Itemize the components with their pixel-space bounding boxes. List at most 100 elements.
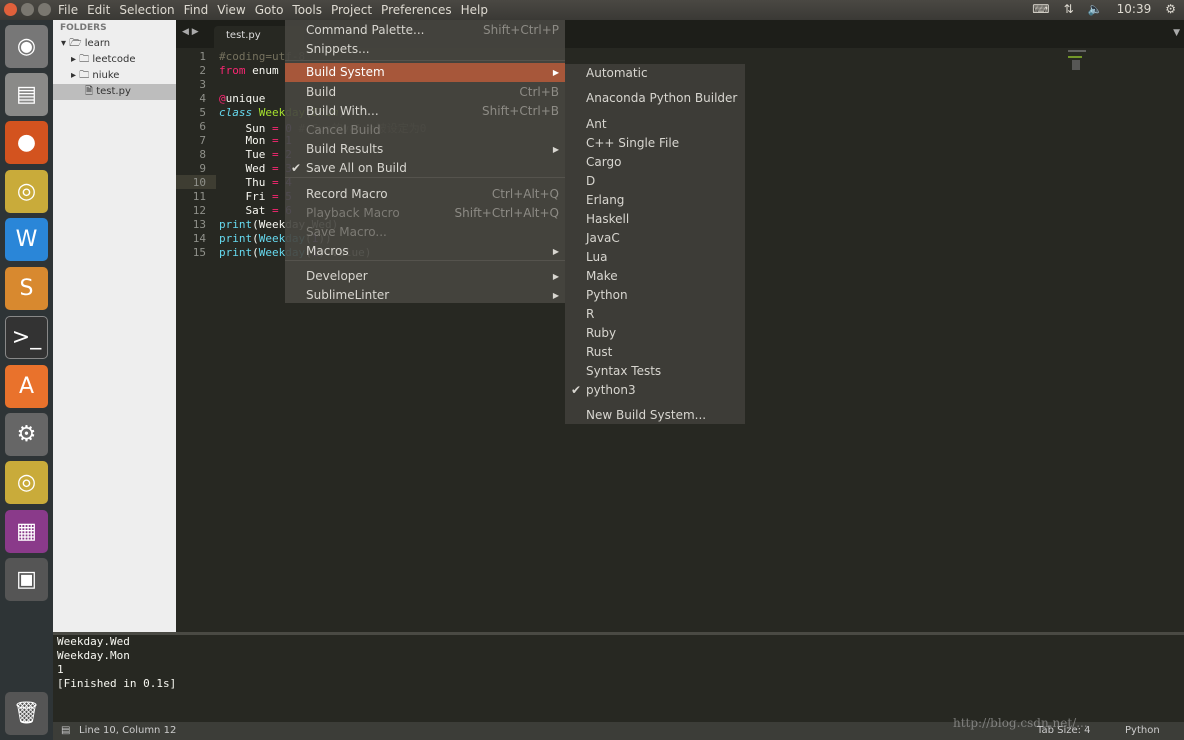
network-icon[interactable]: ⇅ xyxy=(1064,2,1074,16)
syntax-selector[interactable]: Python xyxy=(1125,722,1160,740)
submenu-arrow-icon: ▶ xyxy=(552,145,559,154)
menu-find[interactable]: Find xyxy=(184,3,209,17)
folder-niuke[interactable]: ▸ 🗀 niuke xyxy=(71,68,119,84)
submenu-arrow-icon: ▶ xyxy=(552,291,559,300)
code-line[interactable]: Sat = 6 xyxy=(219,204,291,217)
minimize-icon[interactable] xyxy=(21,3,34,16)
close-icon[interactable] xyxy=(4,3,17,16)
menu-selection[interactable]: Selection xyxy=(119,3,174,17)
firefox-icon[interactable]: ● xyxy=(5,121,48,164)
menu-item-build-results[interactable]: Build Results ▶ xyxy=(285,140,565,159)
output-line: Weekday.Mon xyxy=(57,649,130,662)
build-system-haskell[interactable]: Haskell xyxy=(565,210,745,229)
line-number: 5 xyxy=(199,106,206,119)
file-test-py[interactable]: 🗎 test.py xyxy=(53,84,176,100)
chrome-icon[interactable]: ◎ xyxy=(5,170,48,213)
menu-item-developer[interactable]: Developer ▶ xyxy=(285,267,565,286)
terminal-icon[interactable]: >_ xyxy=(5,316,48,359)
maximize-icon[interactable] xyxy=(38,3,51,16)
line-number: 3 xyxy=(199,78,206,91)
menu-item-snippets[interactable]: Snippets... xyxy=(285,40,565,59)
code-line[interactable]: Tue = 2 xyxy=(219,148,291,161)
tab-nav-arrows-icon[interactable]: ◀ ▶ xyxy=(182,27,199,37)
gear-icon[interactable]: ⚙ xyxy=(1165,2,1176,16)
build-system-python3[interactable]: ✔ python3 xyxy=(565,381,745,400)
keyboard-icon[interactable]: ⌨ xyxy=(1032,2,1049,16)
trash-icon[interactable]: 🗑 xyxy=(5,692,48,735)
clock[interactable]: 10:39 xyxy=(1117,2,1152,16)
menu-item-build-system[interactable]: Build System ▶ xyxy=(285,63,565,82)
menu-edit[interactable]: Edit xyxy=(87,3,110,17)
folders-header: FOLDERS xyxy=(60,23,107,33)
code-line[interactable]: Thu = 4 xyxy=(219,176,291,189)
launcher: ◉ ▤ ● ◎ W S >_ A ⚙ ◎ ▦ ▣ 🗑 xyxy=(0,20,53,740)
minimap[interactable] xyxy=(1068,50,1090,74)
build-system-c-single-file[interactable]: C++ Single File xyxy=(565,134,745,153)
folder-learn[interactable]: ▾ 🗁 learn xyxy=(61,36,110,52)
menu-item-label: Cancel Build xyxy=(306,123,381,137)
menu-item-build-with[interactable]: Build With... Shift+Ctrl+B xyxy=(285,102,565,121)
build-system-ruby[interactable]: Ruby xyxy=(565,324,745,343)
code-line[interactable]: Mon = 1 xyxy=(219,134,291,147)
panel-toggle-icon[interactable]: ▤ xyxy=(61,722,70,740)
build-output-panel: Weekday.Wed Weekday.Mon 1 [Finished in 0.1s… xyxy=(53,632,1184,720)
menu-view[interactable]: View xyxy=(217,3,245,17)
menu-item-save-all-on-build[interactable]: ✔ Save All on Build xyxy=(285,159,565,178)
files-icon[interactable]: ▤ xyxy=(5,73,48,116)
sublime-text-icon[interactable]: S xyxy=(5,267,48,310)
line-number: 7 xyxy=(199,134,206,147)
build-system-automatic[interactable]: Automatic xyxy=(565,64,745,83)
ubuntu-dash-icon[interactable]: ◉ xyxy=(5,25,48,68)
build-system-erlang[interactable]: Erlang xyxy=(565,191,745,210)
check-icon: ✔ xyxy=(291,161,302,175)
menu-item-command-palette[interactable]: Command Palette... Shift+Ctrl+P xyxy=(285,21,565,40)
menu-item-label: Macros xyxy=(306,244,349,258)
build-system-python[interactable]: Python xyxy=(565,286,745,305)
build-system-ant[interactable]: Ant xyxy=(565,115,745,134)
menu-preferences[interactable]: Preferences xyxy=(381,3,452,17)
build-system-r[interactable]: R xyxy=(565,305,745,324)
menu-item-record-macro[interactable]: Record Macro Ctrl+Alt+Q xyxy=(285,185,565,204)
menu-item-cancel-build[interactable]: Cancel Build xyxy=(285,121,565,140)
menu-item-label: Build With... xyxy=(306,104,379,118)
submenu-arrow-icon: ▶ xyxy=(552,68,559,77)
menu-project[interactable]: Project xyxy=(331,3,372,17)
build-system-rust[interactable]: Rust xyxy=(565,343,745,362)
code-line[interactable]: Wed = 3 xyxy=(219,162,291,175)
build-system-javac[interactable]: JavaC xyxy=(565,229,745,248)
folder-leetcode[interactable]: ▸ 🗀 leetcode xyxy=(71,52,136,68)
line-number: 12 xyxy=(192,204,206,217)
menu-goto[interactable]: Goto xyxy=(255,3,284,17)
menu-item-label: Lua xyxy=(586,250,608,264)
build-system-d[interactable]: D xyxy=(565,172,745,191)
build-system-anaconda-python-builder[interactable]: Anaconda Python Builder xyxy=(565,89,745,108)
menu-item-build[interactable]: Build Ctrl+B xyxy=(285,83,565,102)
menu-item-label: Rust xyxy=(586,345,613,359)
menu-item-sublimelinter[interactable]: SublimeLinter ▶ xyxy=(285,286,565,305)
wps-writer-icon[interactable]: W xyxy=(5,218,48,261)
chrome-icon-2[interactable]: ◎ xyxy=(5,461,48,504)
menu-help[interactable]: Help xyxy=(461,3,488,17)
software-center-icon[interactable]: A xyxy=(5,365,48,408)
menu-item-macros[interactable]: Macros ▶ xyxy=(285,242,565,261)
workspace-switcher-icon[interactable]: ▣ xyxy=(5,558,48,601)
code-line[interactable]: Fri = 5 xyxy=(219,190,291,203)
build-system-cargo[interactable]: Cargo xyxy=(565,153,745,172)
menu-tools[interactable]: Tools xyxy=(292,3,322,17)
build-system-new-build-system[interactable]: New Build System... xyxy=(565,406,745,425)
window-controls[interactable] xyxy=(4,3,51,16)
menu-item-playback-macro[interactable]: Playback Macro Shift+Ctrl+Alt+Q xyxy=(285,204,565,223)
build-system-syntax-tests[interactable]: Syntax Tests xyxy=(565,362,745,381)
menu-item-label: Syntax Tests xyxy=(586,364,662,378)
code-line[interactable]: @unique xyxy=(219,92,265,105)
build-system-make[interactable]: Make xyxy=(565,267,745,286)
menu-file[interactable]: File xyxy=(58,3,78,17)
shortcut: Ctrl+B xyxy=(519,85,559,99)
build-system-lua[interactable]: Lua xyxy=(565,248,745,267)
shortcut: Ctrl+Alt+Q xyxy=(491,187,559,201)
tab-dropdown-icon[interactable]: ▼ xyxy=(1173,28,1180,38)
menu-item-save-macro[interactable]: Save Macro... xyxy=(285,223,565,242)
volume-icon[interactable]: 🔈 xyxy=(1088,2,1103,16)
settings-icon[interactable]: ⚙ xyxy=(5,413,48,456)
app-icon[interactable]: ▦ xyxy=(5,510,48,553)
